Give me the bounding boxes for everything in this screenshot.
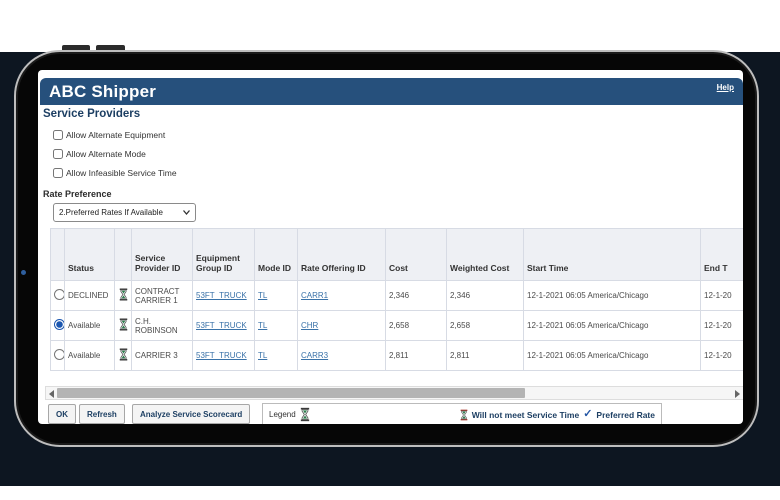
legend: Legend Will not meet Service Time ✓ Pref… xyxy=(262,403,662,424)
table-row: DECLINED CONTRACT CARRIER 1 53FT_TRUCK T… xyxy=(51,281,744,311)
weighted-cost-column-header: Weighted Cost xyxy=(447,229,524,281)
row-3-radio[interactable] xyxy=(54,349,65,360)
page-title: Service Providers xyxy=(43,108,140,120)
app-title: ABC Shipper xyxy=(40,82,156,102)
allow-alternate-equipment-checkbox[interactable] xyxy=(53,130,63,140)
hourglass-icon xyxy=(460,409,468,421)
rate-preference-select[interactable]: 2.Preferred Rates If Available xyxy=(53,203,196,222)
start-time-column-header: Start Time xyxy=(524,229,701,281)
cost-cell: 2,346 xyxy=(386,281,447,311)
rate-preference-label: Rate Preference xyxy=(43,189,112,199)
page-background: ABC Shipper Help Service Providers Allow… xyxy=(0,0,780,500)
weighted-cost-cell: 2,811 xyxy=(447,341,524,371)
weighted-cost-cell: 2,346 xyxy=(447,281,524,311)
provider-cell: C.H. ROBINSON xyxy=(132,311,193,341)
select-column-header xyxy=(51,229,65,281)
allow-alternate-equipment-option: Allow Alternate Equipment xyxy=(53,128,165,141)
scroll-left-icon[interactable] xyxy=(49,390,54,398)
app-screen: ABC Shipper Help Service Providers Allow… xyxy=(38,70,743,424)
allow-infeasible-service-time-checkbox[interactable] xyxy=(53,168,63,178)
icon-cell xyxy=(115,281,132,311)
status-cell: Available xyxy=(65,341,115,371)
provider-cell: CONTRACT CARRIER 1 xyxy=(132,281,193,311)
checkbox-label: Allow Alternate Equipment xyxy=(66,130,165,140)
start-time-cell: 12-1-2021 06:05 America/Chicago xyxy=(524,281,701,311)
status-cell: DECLINED xyxy=(65,281,115,311)
table-header-row: Status Service Provider ID Equipment Gro… xyxy=(51,229,744,281)
providers-table: Status Service Provider ID Equipment Gro… xyxy=(50,228,743,374)
hourglass-icon xyxy=(119,288,128,301)
mode-link[interactable]: TL xyxy=(258,321,267,330)
icon-cell xyxy=(115,341,132,371)
allow-infeasible-service-time-option: Allow Infeasible Service Time xyxy=(53,166,177,179)
icon-column-header xyxy=(115,229,132,281)
provider-cell: CARRIER 3 xyxy=(132,341,193,371)
provider-column-header: Service Provider ID xyxy=(132,229,193,281)
equipment-link[interactable]: 53FT_TRUCK xyxy=(196,351,247,360)
checkbox-label: Allow Infeasible Service Time xyxy=(66,168,177,178)
checkbox-label: Allow Alternate Mode xyxy=(66,149,146,159)
status-column-header: Status xyxy=(65,229,115,281)
allow-alternate-mode-option: Allow Alternate Mode xyxy=(53,147,146,160)
cost-cell: 2,658 xyxy=(386,311,447,341)
tablet-camera-icon xyxy=(21,270,26,275)
analyze-service-scorecard-button[interactable]: Analyze Service Scorecard xyxy=(132,404,250,424)
row-1-radio[interactable] xyxy=(54,289,65,300)
refresh-button[interactable]: Refresh xyxy=(79,404,125,424)
start-time-cell: 12-1-2021 06:05 America/Chicago xyxy=(524,341,701,371)
equipment-column-header: Equipment Group ID xyxy=(193,229,255,281)
row-2-radio[interactable] xyxy=(54,319,65,330)
chevron-down-icon xyxy=(183,210,190,215)
cost-cell: 2,811 xyxy=(386,341,447,371)
legend-title: Legend xyxy=(269,410,296,419)
end-time-column-header: End T xyxy=(701,229,744,281)
cost-column-header: Cost xyxy=(386,229,447,281)
horizontal-scrollbar[interactable] xyxy=(45,386,743,400)
legend-item-label: Preferred Rate xyxy=(596,410,655,420)
rate-offering-link[interactable]: CHR xyxy=(301,321,318,330)
app-header-bar: ABC Shipper Help xyxy=(40,78,743,105)
check-icon: ✓ xyxy=(583,409,592,420)
icon-cell xyxy=(115,311,132,341)
allow-alternate-mode-checkbox[interactable] xyxy=(53,149,63,159)
status-cell: Available xyxy=(65,311,115,341)
ok-button[interactable]: OK xyxy=(48,404,76,424)
start-time-cell: 12-1-2021 06:05 America/Chicago xyxy=(524,311,701,341)
table-row: Available CARRIER 3 53FT_TRUCK TL CARR3 xyxy=(51,341,744,371)
hourglass-icon xyxy=(119,318,128,331)
legend-item-label: Will not meet Service Time xyxy=(472,410,579,420)
equipment-link[interactable]: 53FT_TRUCK xyxy=(196,291,247,300)
rate-offering-column-header: Rate Offering ID xyxy=(298,229,386,281)
rate-offering-link[interactable]: CARR3 xyxy=(301,351,328,360)
rate-offering-link[interactable]: CARR1 xyxy=(301,291,328,300)
mode-column-header: Mode ID xyxy=(255,229,298,281)
table-row: Available C.H. ROBINSON 53FT_TRUCK TL CH… xyxy=(51,311,744,341)
rate-preference-value: 2.Preferred Rates If Available xyxy=(59,208,163,217)
mode-link[interactable]: TL xyxy=(258,291,267,300)
help-link[interactable]: Help xyxy=(717,83,734,92)
weighted-cost-cell: 2,658 xyxy=(447,311,524,341)
equipment-link[interactable]: 53FT_TRUCK xyxy=(196,321,247,330)
hourglass-icon xyxy=(119,348,128,361)
end-time-cell: 12-1-20 xyxy=(701,341,744,371)
end-time-cell: 12-1-20 xyxy=(701,311,744,341)
scroll-right-icon[interactable] xyxy=(735,390,740,398)
hourglass-icon xyxy=(300,407,310,422)
end-time-cell: 12-1-20 xyxy=(701,281,744,311)
mode-link[interactable]: TL xyxy=(258,351,267,360)
scrollbar-thumb[interactable] xyxy=(57,388,525,398)
